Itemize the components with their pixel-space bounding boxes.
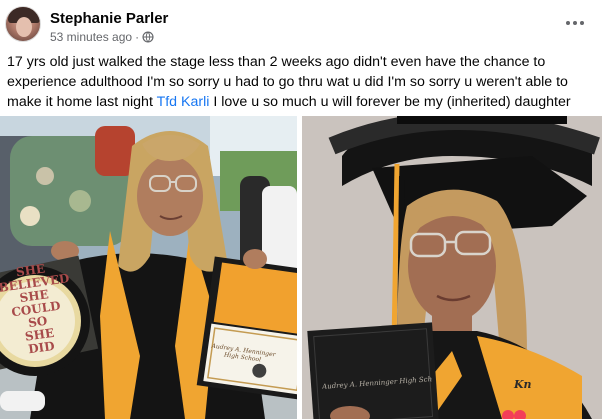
author-name[interactable]: Stephanie Parler	[50, 10, 168, 27]
post-meta: 53 minutes ago ·	[50, 30, 154, 44]
post-timestamp[interactable]: 53 minutes ago	[50, 30, 132, 44]
post-text: 17 yrs old just walked the stage less th…	[7, 52, 597, 112]
photo-right-illustration	[302, 116, 602, 419]
post-text-body-end: I love u so much u will forever be my (i…	[209, 94, 571, 110]
more-options-button[interactable]	[563, 12, 587, 34]
cap-text: SHE BELIEVED SHE COULD SO SHE DID	[0, 261, 71, 357]
meta-separator: ·	[135, 30, 140, 44]
stole-text: Kn	[514, 378, 532, 391]
photo-grid: SHE BELIEVED SHE COULD SO SHE DID Audrey…	[0, 116, 602, 419]
facebook-post: Stephanie Parler 53 minutes ago · 17 yrs…	[0, 0, 602, 419]
post-header: Stephanie Parler 53 minutes ago ·	[5, 6, 597, 46]
graduation-photo-left[interactable]: SHE BELIEVED SHE COULD SO SHE DID Audrey…	[0, 116, 297, 419]
tagged-person-link[interactable]: Tfd Karli	[157, 94, 210, 110]
graduation-photo-right[interactable]: Audrey A. Henninger High School Kn	[302, 116, 602, 419]
author-avatar[interactable]	[5, 6, 41, 42]
more-options-icon	[566, 21, 570, 25]
globe-icon[interactable]	[142, 31, 154, 43]
